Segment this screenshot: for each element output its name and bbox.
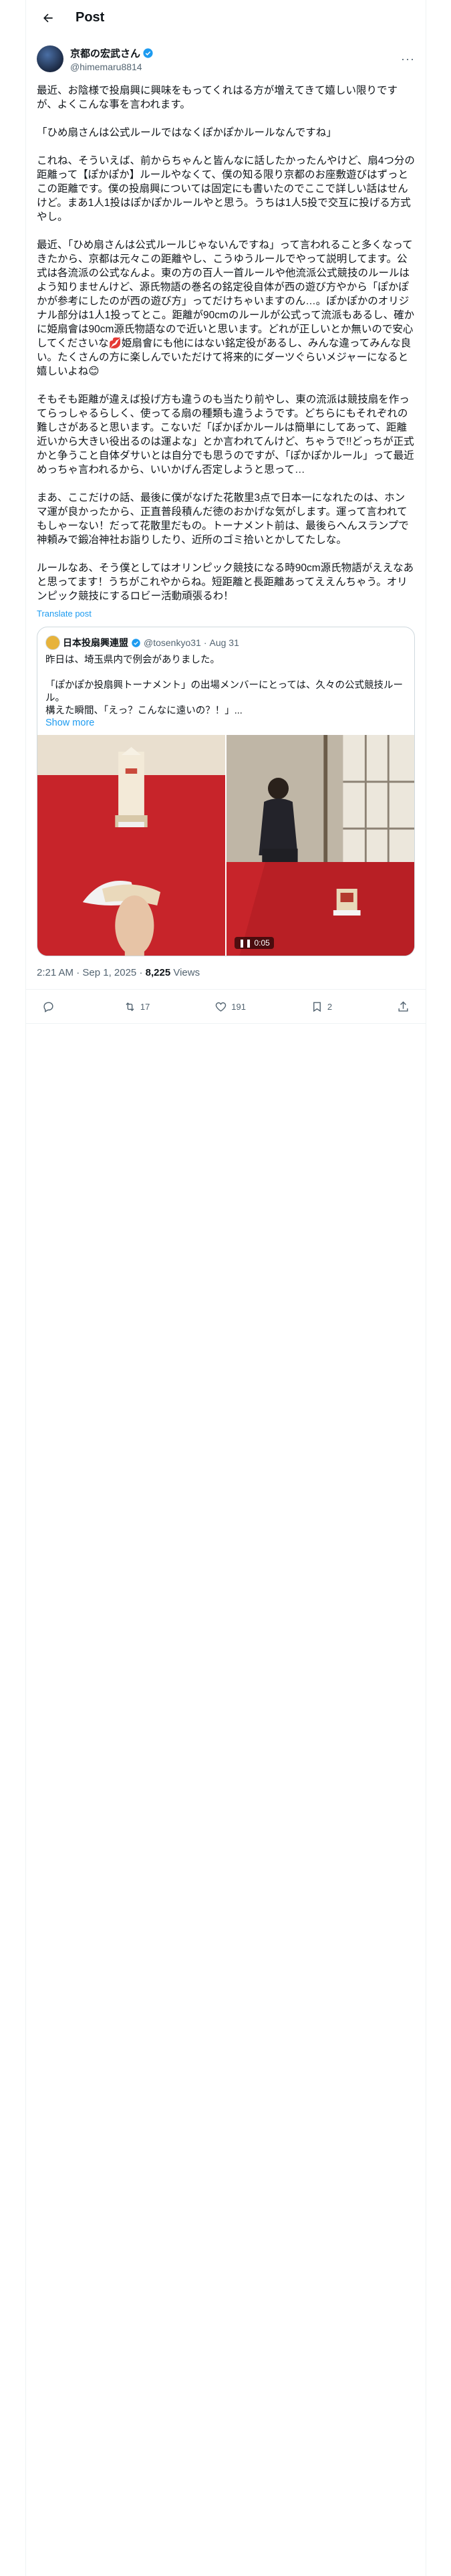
translate-post-link[interactable]: Translate post — [26, 603, 426, 619]
repost-count: 17 — [140, 1001, 150, 1012]
author-names: 京都の宏武さん @himemaru8814 — [70, 46, 401, 72]
post-text: 最近、お陰様で投扇興に興味をもってくれはる方が増えてきて嬉しい限りですが、よくこ… — [37, 85, 415, 602]
author-display-name-row[interactable]: 京都の宏武さん — [70, 46, 401, 60]
author-handle[interactable]: @himemaru8814 — [70, 62, 401, 72]
page-title: Post — [76, 10, 105, 25]
views-count: 8,225 — [145, 967, 171, 978]
avatar[interactable] — [37, 45, 63, 72]
quoted-handle: @tosenkyo31 — [144, 637, 201, 648]
post-author: 京都の宏武さん @himemaru8814 ··· — [26, 35, 426, 76]
quoted-post-header: 日本投扇興連盟 @tosenkyo31 · Aug 31 — [37, 627, 414, 650]
quoted-media: ❚❚ 0:05 — [37, 735, 414, 956]
reply-button[interactable] — [42, 1000, 59, 1013]
like-count: 191 — [231, 1001, 246, 1012]
heart-icon — [216, 1002, 227, 1012]
video-duration-text: 0:05 — [254, 938, 270, 948]
quoted-display-name: 日本投扇興連盟 — [63, 637, 128, 648]
reply-icon — [43, 1001, 53, 1012]
verified-badge-icon — [132, 638, 140, 647]
views-label: Views — [173, 967, 200, 978]
repost-button[interactable]: 17 — [124, 1000, 150, 1013]
verified-badge-icon — [143, 47, 153, 58]
share-button[interactable] — [397, 1000, 410, 1013]
action-bar: 17 191 2 — [26, 990, 426, 1024]
media-photo[interactable] — [37, 735, 225, 956]
quoted-date: Aug 31 — [209, 637, 239, 648]
tosenkyo-video-illustration — [227, 735, 414, 956]
quoted-separator: · — [203, 637, 207, 648]
bookmark-count: 2 — [327, 1001, 333, 1012]
repost-icon — [126, 1002, 134, 1011]
show-more-link[interactable]: Show more — [37, 718, 414, 728]
quoted-post[interactable]: 日本投扇興連盟 @tosenkyo31 · Aug 31 昨日は、埼玉県内で例会… — [37, 627, 415, 956]
pause-icon: ❚❚ — [239, 938, 255, 948]
author-display-name: 京都の宏武さん — [70, 47, 141, 60]
quoted-text: 昨日は、埼玉県内で例会がありました。 「ぽかぽか投扇興トーナメント」の出場メンバ… — [45, 655, 404, 716]
share-icon — [398, 1000, 408, 1012]
bookmark-icon — [313, 1001, 321, 1012]
meta-separator: · — [139, 967, 146, 978]
post-timestamp[interactable]: 2:21 AM · Sep 1, 2025 — [37, 967, 136, 978]
tosenkyo-photo-illustration — [37, 735, 225, 956]
post-detail-column: Post 京都の宏武さん @himemaru8814 ··· 最近、お陰様で投扇… — [25, 0, 426, 2576]
video-duration: ❚❚ 0:05 — [235, 937, 274, 949]
post-metadata: 2:21 AM · Sep 1, 2025 · 8,225 Views — [26, 956, 426, 990]
more-options-icon[interactable]: ··· — [401, 52, 415, 66]
back-button[interactable] — [37, 7, 59, 29]
quoted-avatar — [45, 635, 60, 650]
top-bar: Post — [26, 0, 426, 35]
media-video[interactable]: ❚❚ 0:05 — [227, 735, 414, 956]
arrow-left-icon — [43, 13, 53, 22]
like-button[interactable]: 191 — [214, 1000, 246, 1013]
bookmark-button[interactable]: 2 — [311, 1000, 332, 1013]
